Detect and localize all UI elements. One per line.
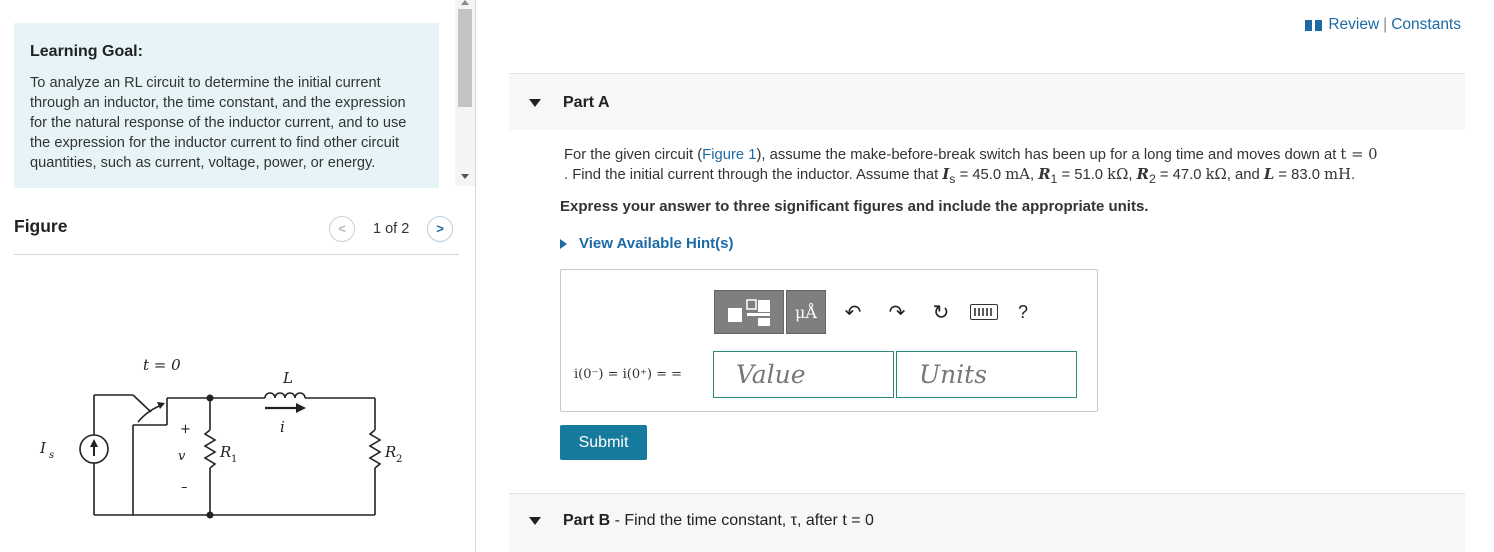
scroll-up-arrow-icon[interactable]	[461, 0, 469, 5]
question-text: For the given circuit (	[564, 147, 703, 163]
figure-page-count: 1 of 2	[373, 221, 410, 237]
question-text: ), assume the make-before-break switch h…	[756, 147, 1341, 163]
l-symbol: L	[1263, 166, 1275, 183]
r1-label: R	[219, 443, 231, 461]
is-unit: mA	[1005, 166, 1030, 183]
units-button[interactable]: μÅ	[786, 290, 826, 334]
answer-box: μÅ ↶ ↷ ↻ ? i(0⁻) = i(0⁺) = = Value Units	[560, 269, 1098, 412]
help-icon[interactable]: ?	[1018, 302, 1028, 323]
reset-icon[interactable]: ↻	[924, 300, 958, 325]
submit-button[interactable]: Submit	[560, 425, 647, 460]
r1-label-subscript: 1	[231, 454, 237, 465]
r1-value: = 51.0	[1057, 167, 1108, 183]
r2-subscript: 2	[1148, 171, 1156, 186]
next-figure-button[interactable]: >	[427, 216, 453, 242]
figure-divider	[14, 254, 459, 255]
answer-instructions: Express your answer to three significant…	[560, 198, 1149, 215]
review-constants-links: Review | Constants	[1305, 16, 1461, 34]
equation-label: i(0⁻) = i(0⁺) = =	[574, 367, 683, 382]
plus-sign: +	[180, 422, 191, 437]
part-b-question: Find the time constant, τ, after t = 0	[624, 512, 874, 529]
r2-label-subscript: 2	[396, 454, 402, 465]
book-icon	[1305, 19, 1323, 31]
collapse-triangle-icon[interactable]	[529, 99, 541, 107]
learning-goal-title: Learning Goal:	[30, 43, 143, 60]
part-a-label: Part A	[563, 94, 610, 111]
circuit-diagram: t = 0 L i I s v R 1 R 2 + –	[39, 356, 402, 519]
undo-icon[interactable]: ↶	[836, 300, 870, 325]
templates-button[interactable]	[714, 290, 784, 334]
value-input[interactable]: Value	[713, 351, 894, 398]
units-input[interactable]: Units	[896, 351, 1077, 398]
minus-sign: –	[181, 480, 188, 495]
view-hints-label[interactable]: View Available Hint(s)	[579, 235, 734, 252]
templates-icon	[728, 299, 770, 326]
collapse-triangle-icon[interactable]	[529, 517, 541, 525]
learning-goal-box: Learning Goal: To analyze an RL circuit …	[14, 23, 439, 188]
r2-symbol: R	[1136, 166, 1149, 183]
part-a-header[interactable]: Part A	[509, 73, 1465, 130]
r2-unit: kΩ	[1205, 166, 1227, 183]
figure-title: Figure	[14, 216, 68, 236]
t-equals-zero: t = 0	[1340, 146, 1378, 163]
l-value: = 83.0	[1274, 167, 1325, 183]
r1-unit: kΩ	[1107, 166, 1129, 183]
learning-goal-text: To analyze an RL circuit to determine th…	[30, 75, 407, 171]
inductor-label: L	[282, 369, 293, 387]
r2-value: = 47.0	[1155, 167, 1206, 183]
figure-pager: < 1 of 2 >	[329, 216, 459, 242]
source-label-subscript: s	[49, 450, 54, 461]
answer-toolbar: μÅ ↶ ↷ ↻ ?	[714, 290, 1028, 334]
part-b-header[interactable]: Part B - Find the time constant, τ, afte…	[509, 493, 1465, 552]
r1-symbol: R	[1038, 166, 1051, 183]
review-link[interactable]: Review	[1328, 16, 1379, 34]
is-value: = 45.0	[955, 167, 1006, 183]
switch-label: t = 0	[143, 356, 181, 374]
part-b-label: Part B	[563, 512, 611, 529]
expand-triangle-icon	[560, 238, 567, 249]
view-hints-link[interactable]: View Available Hint(s)	[560, 235, 734, 252]
part-a-question: For the given circuit (Figure 1), assume…	[564, 146, 1378, 186]
scroll-down-arrow-icon[interactable]	[461, 174, 469, 179]
source-label: I	[39, 439, 47, 457]
scrollbar-thumb[interactable]	[458, 9, 472, 107]
redo-icon[interactable]: ↷	[880, 300, 914, 325]
link-separator: |	[1383, 16, 1388, 33]
r2-label: R	[384, 443, 396, 461]
learning-goal-scrollbar[interactable]	[455, 0, 475, 186]
figure-1-link[interactable]: Figure 1	[702, 147, 756, 163]
left-panel: Learning Goal: To analyze an RL circuit …	[0, 0, 476, 552]
keyboard-icon[interactable]	[970, 304, 998, 320]
current-label: i	[280, 418, 285, 436]
constants-link[interactable]: Constants	[1391, 16, 1461, 34]
voltage-label: v	[178, 449, 186, 464]
question-text: . Find the initial current through the i…	[564, 167, 943, 183]
part-b-dash: -	[610, 512, 625, 529]
part-b-title: Part B - Find the time constant, τ, afte…	[563, 512, 874, 530]
l-unit: mH	[1324, 166, 1351, 183]
previous-figure-button[interactable]: <	[329, 216, 355, 242]
question-text: , and	[1226, 167, 1264, 183]
